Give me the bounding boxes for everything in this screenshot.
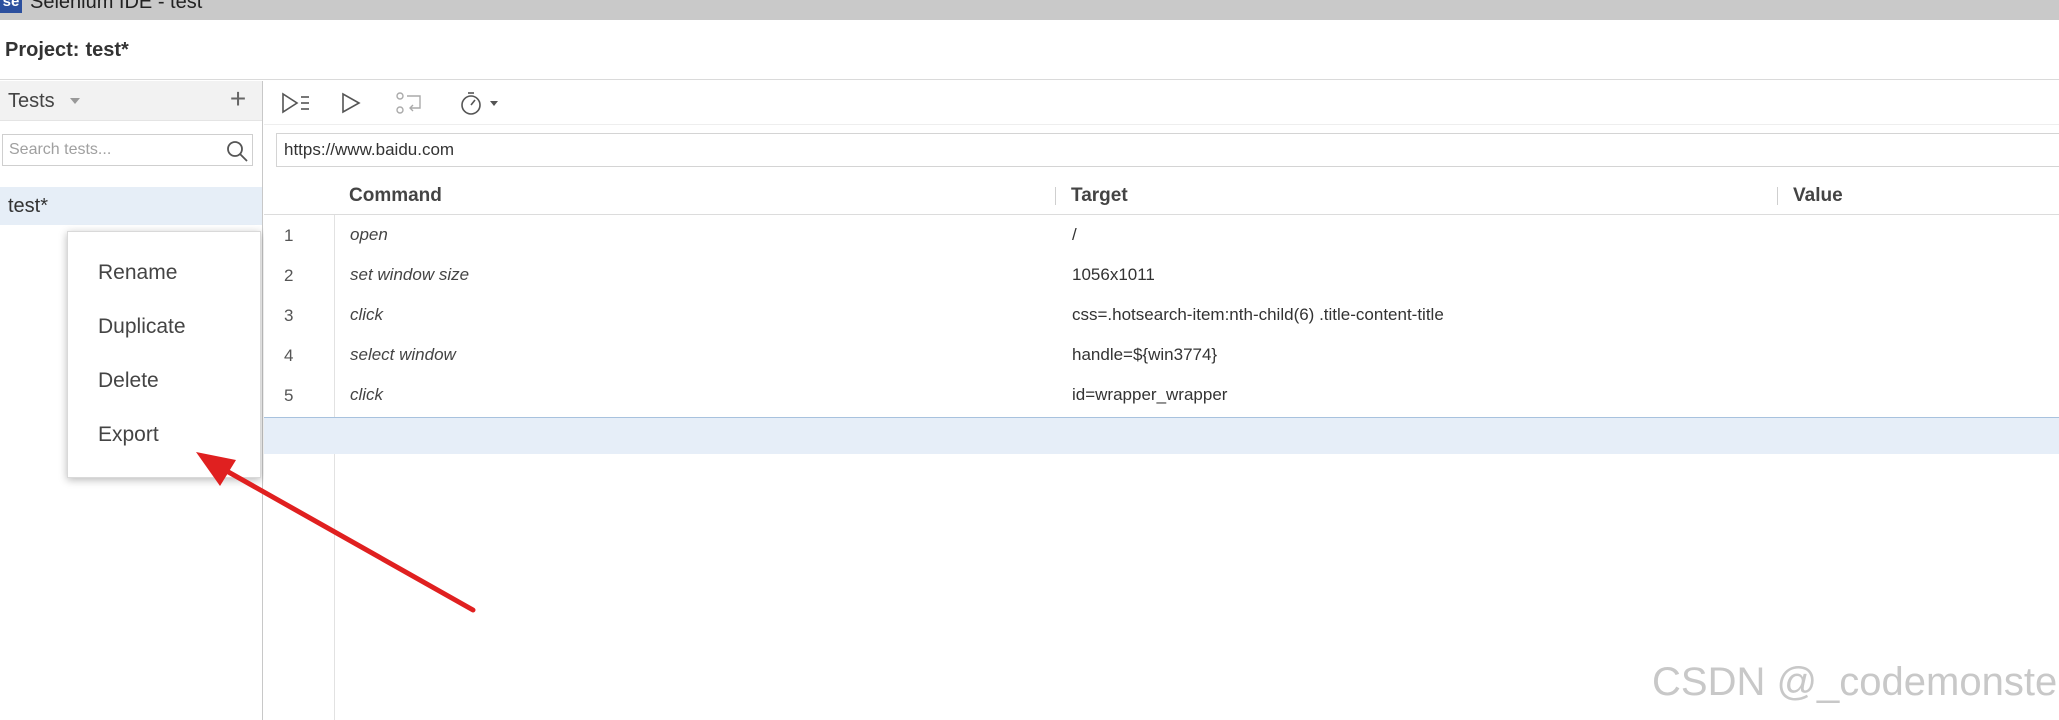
menu-item-label: Rename (98, 261, 178, 284)
command-row[interactable]: 5 click id=wrapper_wrapper (264, 375, 2059, 415)
project-title: Project: test* (5, 39, 129, 62)
window-title-bar: se Selenium IDE - test (0, 0, 2059, 20)
run-current-test-icon[interactable] (338, 88, 364, 118)
add-test-button[interactable]: + (224, 84, 252, 114)
column-header-command[interactable]: Command (349, 185, 442, 207)
column-header-target[interactable]: Target (1071, 185, 1128, 207)
tests-dropdown-label[interactable]: Tests (8, 90, 55, 113)
column-header-value[interactable]: Value (1793, 185, 1843, 207)
search-tests-box (2, 134, 253, 166)
test-item-label: test* (8, 195, 49, 217)
base-url-input[interactable] (284, 139, 984, 161)
row-command: select window (350, 345, 456, 364)
menu-item-label: Delete (98, 369, 159, 392)
row-number: 4 (284, 346, 294, 365)
column-divider[interactable] (1777, 187, 1778, 205)
command-row[interactable]: 4 select window handle=${win3774} (264, 335, 2059, 375)
project-label: Project: (5, 39, 80, 61)
menu-item-rename[interactable]: Rename (68, 249, 262, 297)
tests-header: Tests + (0, 81, 262, 121)
menu-item-label: Export (98, 423, 159, 446)
row-target: css=.hotsearch-item:nth-child(6) .title-… (1072, 305, 1444, 324)
editor-toolbar (264, 81, 2059, 125)
search-icon[interactable] (225, 139, 249, 163)
menu-item-export[interactable]: Export (68, 411, 262, 459)
selenium-logo-icon: se (0, 0, 22, 13)
row-target: / (1072, 225, 1077, 244)
step-over-icon[interactable] (394, 88, 426, 118)
test-context-menu: Rename Duplicate Delete Export (67, 231, 261, 478)
base-url-field (276, 133, 2059, 167)
row-command: set window size (350, 265, 470, 284)
row-number: 5 (284, 386, 294, 405)
row-target: 1056x1011 (1072, 265, 1155, 284)
command-row[interactable]: 2 set window size 1056x1011 (264, 255, 2059, 295)
project-bar: Project: test* (0, 20, 2059, 80)
row-command: open (350, 225, 388, 244)
chevron-down-icon[interactable] (70, 98, 80, 104)
new-command-row[interactable] (264, 417, 2059, 454)
menu-item-delete[interactable]: Delete (68, 357, 262, 405)
test-editor: Command Target Value 1 open / 2 set wind… (264, 81, 2059, 720)
csdn-watermark: CSDN @_codemonster (1652, 660, 2059, 704)
speed-timer-icon[interactable] (458, 88, 504, 118)
row-number: 2 (284, 266, 294, 285)
run-all-tests-icon[interactable] (280, 88, 312, 118)
row-command: click (350, 385, 384, 404)
commands-table-header: Command Target Value (264, 177, 2059, 215)
column-divider[interactable] (1055, 187, 1056, 205)
command-row[interactable]: 1 open / (264, 215, 2059, 255)
test-list-item[interactable]: test* (0, 187, 262, 225)
project-name[interactable]: test* (85, 39, 128, 61)
row-command: click (350, 305, 384, 324)
search-input[interactable] (9, 139, 214, 161)
menu-item-label: Duplicate (98, 315, 186, 338)
menu-item-duplicate[interactable]: Duplicate (68, 303, 262, 351)
row-target: id=wrapper_wrapper (1072, 385, 1228, 404)
command-row[interactable]: 3 click css=.hotsearch-item:nth-child(6)… (264, 295, 2059, 335)
window-title: Selenium IDE - test (30, 0, 203, 13)
row-number: 3 (284, 306, 294, 325)
row-number: 1 (284, 226, 294, 245)
row-target: handle=${win3774} (1072, 345, 1218, 364)
